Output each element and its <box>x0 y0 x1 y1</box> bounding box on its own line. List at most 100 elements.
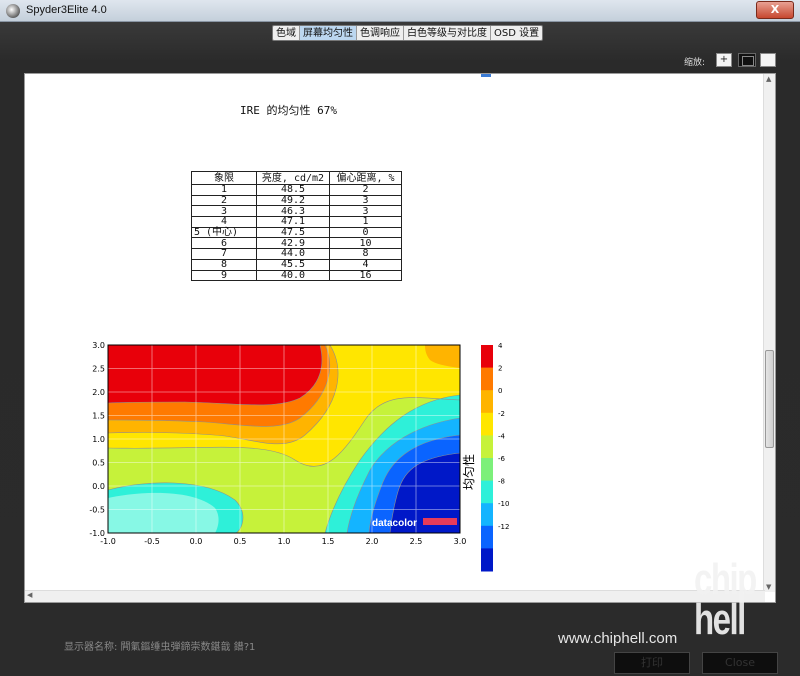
colorbar-segment <box>481 390 493 414</box>
scroll-left-icon[interactable]: ◀ <box>27 591 32 599</box>
report-viewport[interactable]: IRE 的均匀性 67% 象限 亮度, cd/m2 偏心距离, % 1 48.5 2… <box>24 73 776 603</box>
table-cell: 42.9 <box>256 237 330 250</box>
table-cell: 5 (中心) <box>191 226 257 239</box>
table-cell: 48.5 <box>256 184 330 196</box>
vertical-scroll-thumb[interactable] <box>765 350 774 448</box>
colorbar-tick-label: 0 <box>498 387 502 395</box>
table-cell: 46.3 <box>256 205 330 218</box>
vertical-scrollbar[interactable]: ▲ ▼ <box>763 74 775 592</box>
tab-uniformity[interactable]: 屏幕均匀性 <box>300 26 357 40</box>
x-tick-label: 3.0 <box>454 537 467 546</box>
report-title: IRE 的均匀性 67% <box>240 104 337 117</box>
print-button[interactable]: 打印 <box>614 652 690 674</box>
x-tick-label: 0.0 <box>190 537 203 546</box>
colorbar-label: 均匀性 <box>462 454 476 490</box>
x-tick-label: -1.0 <box>100 537 116 546</box>
table-header-row: 象限 亮度, cd/m2 偏心距离, % <box>191 171 402 185</box>
table-cell: 47.5 <box>256 226 330 239</box>
zoom-label: 缩放: <box>684 58 706 68</box>
colorbar <box>481 345 493 572</box>
table-row: 1 48.5 2 <box>191 184 402 196</box>
colorbar-tick-label: -2 <box>498 410 505 418</box>
table-cell: 3 <box>329 205 402 218</box>
table-cell: 4 <box>191 216 257 228</box>
page-marker <box>481 74 491 77</box>
table-cell: 8 <box>329 248 402 260</box>
y-tick-label: -0.5 <box>89 506 105 515</box>
table-cell: 16 <box>329 269 402 282</box>
table-cell: 3 <box>191 205 257 218</box>
tab-gamut[interactable]: 色域 <box>273 26 300 40</box>
colorbar-tick-label: -10 <box>498 500 509 508</box>
table-row: 7 44.0 8 <box>191 248 402 260</box>
table-row: 3 46.3 3 <box>191 205 402 218</box>
table-cell: 4 <box>329 258 402 271</box>
colorbar-segment <box>481 525 493 549</box>
y-tick-label: 2.0 <box>92 388 105 397</box>
close-button[interactable]: Close <box>702 652 778 674</box>
table-cell: 49.2 <box>256 194 330 207</box>
site-watermark-logo: chip hell <box>694 555 757 644</box>
table-row: 8 45.5 4 <box>191 258 402 271</box>
x-axis: -1.0 -0.5 0.0 0.5 1.0 1.5 2.0 2.5 3.0 <box>100 537 466 546</box>
x-tick-label: 1.5 <box>322 537 335 546</box>
colorbar-tick-label: 4 <box>498 342 503 350</box>
table-row: 2 49.2 3 <box>191 194 402 207</box>
window-body: 色域 屏幕均匀性 色调响应 白色等级与对比度 OSD 设置 缩放: + IRE … <box>0 22 800 676</box>
y-axis: 3.0 2.5 2.0 1.5 1.0 0.5 0.0 -0.5 -1.0 <box>89 341 105 538</box>
zoom-reset-button[interactable] <box>760 53 776 67</box>
tab-osd-settings[interactable]: OSD 设置 <box>491 26 542 40</box>
tab-tone-response[interactable]: 色调响应 <box>357 26 404 40</box>
table-cell: 44.0 <box>256 248 330 260</box>
y-tick-label: -1.0 <box>89 529 105 538</box>
x-tick-label: 2.5 <box>410 537 423 546</box>
quadrant-table: 象限 亮度, cd/m2 偏心距离, % 1 48.5 2 2 49.2 3 3 46.3… <box>191 171 402 282</box>
y-tick-label: 3.0 <box>92 341 105 350</box>
colorbar-tick-label: 2 <box>498 365 502 373</box>
table-cell: 1 <box>329 216 402 228</box>
colorbar-tick-label: -12 <box>498 523 509 531</box>
colorbar-ticks: 4 2 0 -2 -4 -6 -8 -10 -12 <box>498 342 509 531</box>
colorbar-segment <box>481 480 493 504</box>
table-cell: 45.5 <box>256 258 330 271</box>
watermark-text: datacolor <box>372 518 417 529</box>
table-cell: 1 <box>191 184 257 196</box>
colorbar-segment <box>481 458 493 482</box>
zoom-fit-button[interactable] <box>738 53 756 67</box>
table-cell: 8 <box>191 258 257 271</box>
colorbar-segment <box>481 412 493 436</box>
horizontal-scrollbar[interactable]: ◀ <box>25 590 765 602</box>
table-header: 象限 <box>191 171 257 185</box>
table-row: 6 42.9 10 <box>191 237 402 250</box>
table-header: 亮度, cd/m2 <box>256 171 330 185</box>
y-tick-label: 0.0 <box>92 482 105 491</box>
table-cell: 47.1 <box>256 216 330 228</box>
window-close-button[interactable]: X <box>756 1 794 19</box>
colorbar-segment <box>481 367 493 391</box>
table-header: 偏心距离, % <box>329 171 402 185</box>
table-cell: 6 <box>191 237 257 250</box>
table-cell: 10 <box>329 237 402 250</box>
colorbar-segment <box>481 503 493 527</box>
zoom-in-button[interactable]: + <box>716 53 732 67</box>
watermark-bar <box>423 518 457 525</box>
uniformity-contour-chart: -1.0 -0.5 0.0 0.5 1.0 1.5 2.0 2.5 3.0 3.0 2.5 2.0 1… <box>89 341 509 572</box>
colorbar-tick-label: -6 <box>498 455 506 463</box>
colorbar-tick-label: -8 <box>498 478 505 486</box>
table-cell: 7 <box>191 248 257 260</box>
y-tick-label: 1.0 <box>92 435 105 444</box>
table-cell: 0 <box>329 226 402 239</box>
x-tick-label: 0.5 <box>234 537 247 546</box>
tab-white-level-contrast[interactable]: 白色等级与对比度 <box>404 26 491 40</box>
scroll-down-icon[interactable]: ▼ <box>766 583 771 591</box>
table-cell: 2 <box>329 184 402 196</box>
colorbar-tick-label: -4 <box>498 432 506 440</box>
window-title: Spyder3Elite 4.0 <box>26 4 107 16</box>
table-row: 9 40.0 16 <box>191 269 402 282</box>
table-cell: 3 <box>329 194 402 207</box>
monitor-name-label: 显示器名称: 闁氭鏂缍虫弾鍗崇数鍖戠 鐠?1 <box>64 642 256 653</box>
table-cell: 40.0 <box>256 269 330 282</box>
table-cell: 2 <box>191 194 257 207</box>
table-row: 4 47.1 1 <box>191 216 402 228</box>
scroll-up-icon[interactable]: ▲ <box>766 75 771 83</box>
